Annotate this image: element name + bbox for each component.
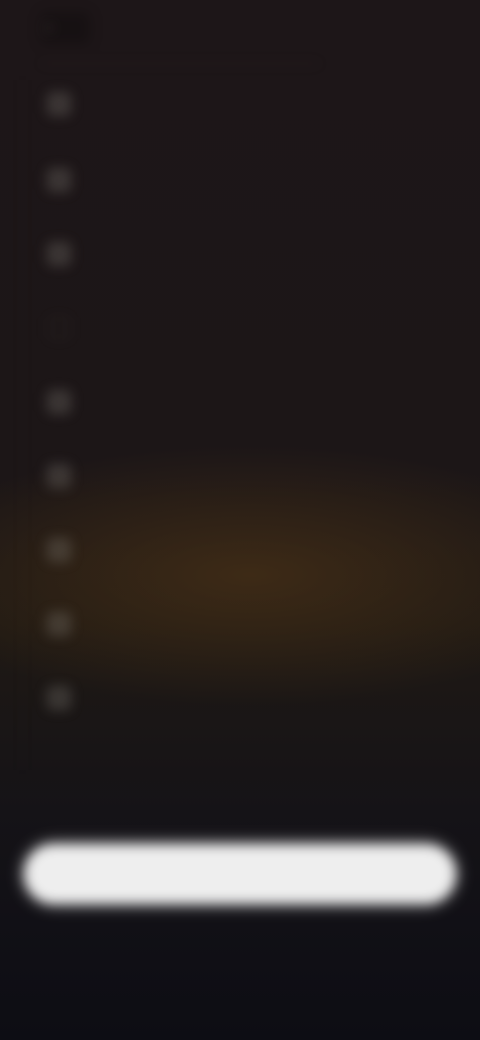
menu-item[interactable] bbox=[48, 680, 162, 716]
back-button[interactable]: ‹ bbox=[40, 12, 90, 44]
menu-item[interactable] bbox=[48, 532, 128, 568]
chevron-left-icon: ‹ bbox=[46, 19, 52, 36]
menu-item[interactable] bbox=[48, 458, 148, 494]
menu-item[interactable] bbox=[48, 86, 180, 122]
menu-item[interactable] bbox=[48, 236, 148, 272]
list-rule bbox=[22, 80, 23, 770]
square-icon bbox=[48, 169, 70, 191]
menu-item[interactable] bbox=[48, 310, 134, 346]
menu-item[interactable] bbox=[48, 162, 160, 198]
blurred-content: ‹ bbox=[0, 0, 480, 1040]
app-screen: ‹ bbox=[0, 0, 480, 1040]
square-icon bbox=[48, 317, 70, 339]
menu-item[interactable] bbox=[48, 606, 132, 642]
menu-item[interactable] bbox=[48, 384, 160, 420]
square-icon bbox=[48, 93, 70, 115]
square-icon bbox=[48, 539, 70, 561]
top-bar: ‹ bbox=[0, 0, 480, 64]
square-icon bbox=[48, 243, 70, 265]
square-icon bbox=[48, 465, 70, 487]
square-icon bbox=[48, 613, 70, 635]
square-icon bbox=[48, 687, 70, 709]
square-icon bbox=[48, 391, 70, 413]
top-divider bbox=[40, 63, 320, 64]
footer-row bbox=[0, 766, 480, 790]
primary-button[interactable] bbox=[24, 844, 456, 904]
